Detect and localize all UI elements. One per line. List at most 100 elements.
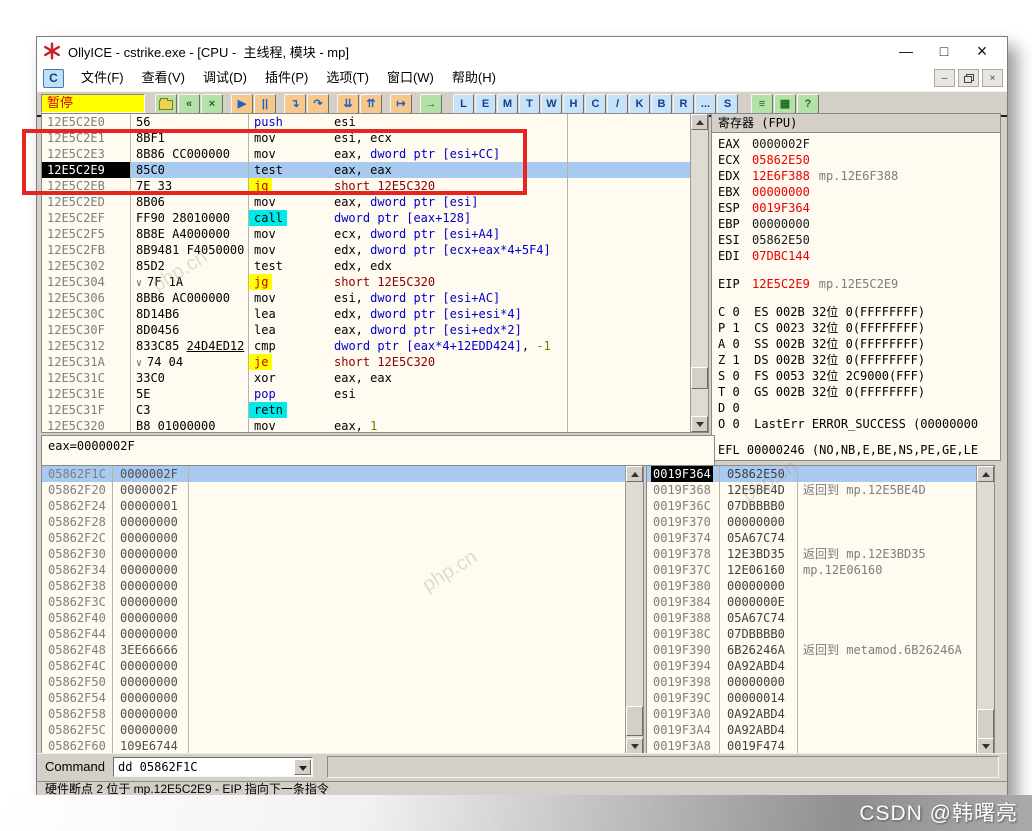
scroll-thumb[interactable]: [977, 709, 994, 739]
register-row[interactable]: ESP0019F364: [712, 200, 1000, 216]
dump-row[interactable]: 05862F3800000000: [42, 578, 626, 594]
disasm-row[interactable]: 12E5C31C33C0xoreax, eax: [42, 370, 691, 386]
scroll-down-icon[interactable]: [977, 738, 994, 754]
registers-pane[interactable]: 寄存器 (FPU) EAX0000002FECX05862E50EDX12E6F…: [711, 113, 1001, 461]
dump-row[interactable]: 05862F5400000000: [42, 690, 626, 706]
panel-button-e[interactable]: E: [475, 94, 496, 114]
disasm-row[interactable]: 12E5C2E985C0testeax, eax: [42, 162, 691, 178]
step-into-button[interactable]: ↴: [284, 94, 306, 114]
dropdown-arrow-icon[interactable]: [294, 759, 311, 775]
disasm-row[interactable]: 12E5C30285D2testedx, edx: [42, 258, 691, 274]
animate-into-button[interactable]: ⇊: [337, 94, 359, 114]
dump-scrollbar[interactable]: [625, 466, 643, 754]
go-to-button[interactable]: →: [420, 94, 442, 114]
register-row[interactable]: ESI05862E50: [712, 232, 1000, 248]
disasm-row[interactable]: 12E5C2F58B8E A4000000movecx, dword ptr […: [42, 226, 691, 242]
dump-row[interactable]: 05862F200000002F: [42, 482, 626, 498]
mdi-minimize-button[interactable]: –: [934, 69, 955, 87]
register-row[interactable]: ECX05862E50: [712, 152, 1000, 168]
dump-row[interactable]: 05862F2800000000: [42, 514, 626, 530]
flag-row[interactable]: T 0 GS 002B 32位 0(FFFFFFFF): [712, 384, 1000, 400]
disasm-row[interactable]: 12E5C2E38B86 CC000000moveax, dword ptr […: [42, 146, 691, 162]
disasm-row[interactable]: 12E5C2E18BF1movesi, ecx: [42, 130, 691, 146]
flag-row[interactable]: D 0: [712, 400, 1000, 416]
panel-button-r[interactable]: R: [673, 94, 694, 114]
stack-row[interactable]: 0019F38805A67C74: [647, 610, 977, 626]
stack-row[interactable]: 0019F36812E5BE4D返回到 mp.12E5BE4D: [647, 482, 977, 498]
maximize-button[interactable]: □: [925, 39, 963, 63]
panel-button-s[interactable]: S: [717, 94, 738, 114]
disasm-row[interactable]: 12E5C3068BB6 AC000000movesi, dword ptr […: [42, 290, 691, 306]
command-input[interactable]: dd 05862F1C: [113, 757, 313, 777]
scroll-thumb[interactable]: [691, 367, 708, 389]
disasm-row[interactable]: 12E5C2ED8B06moveax, dword ptr [esi]: [42, 194, 691, 210]
panel-button-/[interactable]: /: [607, 94, 628, 114]
stack-row[interactable]: 0019F3A80019F474: [647, 738, 977, 754]
menu-item[interactable]: 插件(P): [256, 67, 317, 89]
efl-row[interactable]: EFL 00000246 (NO,NB,E,BE,NS,PE,GE,LE: [712, 442, 1000, 458]
panel-button-w[interactable]: W: [541, 94, 562, 114]
disasm-row[interactable]: 12E5C2FB8B9481 F4050000movedx, dword ptr…: [42, 242, 691, 258]
dump-row[interactable]: 05862F2400000001: [42, 498, 626, 514]
disasm-row[interactable]: 12E5C2EFFF90 28010000calldword ptr [eax+…: [42, 210, 691, 226]
open-file-button[interactable]: [155, 94, 177, 114]
flag-row[interactable]: P 1 CS 0023 32位 0(FFFFFFFF): [712, 320, 1000, 336]
flag-row[interactable]: Z 1 DS 002B 32位 0(FFFFFFFF): [712, 352, 1000, 368]
stack-pane[interactable]: 0019F36405862E500019F36812E5BE4D返回到 mp.1…: [646, 465, 995, 755]
flag-row[interactable]: O 0 LastErr ERROR_SUCCESS (00000000: [712, 416, 1000, 432]
dump-row[interactable]: 05862F5000000000: [42, 674, 626, 690]
scroll-up-icon[interactable]: [626, 466, 643, 482]
stack-row[interactable]: 0019F38C07DBBBB0: [647, 626, 977, 642]
flag-row[interactable]: C 0 ES 002B 32位 0(FFFFFFFF): [712, 304, 1000, 320]
register-row[interactable]: EDI07DBC144: [712, 248, 1000, 264]
memory-dump-pane[interactable]: 05862F1C0000002F05862F200000002F05862F24…: [41, 465, 644, 755]
stack-row[interactable]: 0019F3906B26246A返回到 metamod.6B26246A: [647, 642, 977, 658]
stack-row[interactable]: 0019F3940A92ABD4: [647, 658, 977, 674]
flag-row[interactable]: S 0 FS 0053 32位 2C9000(FFF): [712, 368, 1000, 384]
panel-button-b[interactable]: B: [651, 94, 672, 114]
stack-row[interactable]: 0019F37000000000: [647, 514, 977, 530]
disasm-row[interactable]: 12E5C31A∨74 04jeshort 12E5C320: [42, 354, 691, 370]
stack-row[interactable]: 0019F3840000000E: [647, 594, 977, 610]
disasm-row[interactable]: 12E5C30C8D14B6leaedx, dword ptr [esi+esi…: [42, 306, 691, 322]
dump-row[interactable]: 05862F4000000000: [42, 610, 626, 626]
register-row[interactable]: EBP00000000: [712, 216, 1000, 232]
dump-row[interactable]: 05862F3400000000: [42, 562, 626, 578]
restart-button[interactable]: «: [178, 94, 200, 114]
register-row[interactable]: EIP12E5C2E9mp.12E5C2E9: [712, 276, 1000, 292]
mdi-close-button[interactable]: ×: [982, 69, 1003, 87]
dump-row[interactable]: 05862F2C00000000: [42, 530, 626, 546]
scroll-down-icon[interactable]: [626, 738, 643, 754]
disasm-row[interactable]: 12E5C30F8D0456leaeax, dword ptr [esi+edx…: [42, 322, 691, 338]
disassembly-pane[interactable]: 12E5C2E056pushesi12E5C2E18BF1movesi, ecx…: [41, 113, 709, 433]
scroll-down-icon[interactable]: [691, 416, 708, 432]
disasm-row[interactable]: 12E5C31FC3retn: [42, 402, 691, 418]
minimize-button[interactable]: —: [887, 39, 925, 63]
disasm-row[interactable]: 12E5C2EB7E 33jgshort 12E5C320: [42, 178, 691, 194]
disasm-row[interactable]: 12E5C31E5Epopesi: [42, 386, 691, 402]
disasm-row[interactable]: 12E5C312833C85 24D4ED12cmpdword ptr [eax…: [42, 338, 691, 354]
menu-item[interactable]: 查看(V): [133, 67, 194, 89]
panel-button-m[interactable]: M: [497, 94, 518, 114]
dump-row[interactable]: 05862F4C00000000: [42, 658, 626, 674]
stack-row[interactable]: 0019F3A40A92ABD4: [647, 722, 977, 738]
dump-row[interactable]: 05862F483EE66666: [42, 642, 626, 658]
pause-button[interactable]: ||: [254, 94, 276, 114]
stack-row[interactable]: 0019F37812E3BD35返回到 mp.12E3BD35: [647, 546, 977, 562]
appearance-button[interactable]: ▦: [774, 94, 796, 114]
menu-item[interactable]: 选项(T): [317, 67, 378, 89]
register-row[interactable]: EAX0000002F: [712, 136, 1000, 152]
dump-row[interactable]: 05862F60109E6744: [42, 738, 626, 754]
stack-row[interactable]: 0019F37C12E06160mp.12E06160: [647, 562, 977, 578]
scroll-up-icon[interactable]: [691, 114, 708, 130]
dump-row[interactable]: 05862F1C0000002F: [42, 466, 626, 482]
menu-item[interactable]: 文件(F): [72, 67, 133, 89]
stack-row[interactable]: 0019F37405A67C74: [647, 530, 977, 546]
breakpoint-list-button[interactable]: ≡: [751, 94, 773, 114]
menu-item[interactable]: 调试(D): [194, 67, 256, 89]
disasm-row[interactable]: 12E5C2E056pushesi: [42, 114, 691, 130]
stack-row[interactable]: 0019F39800000000: [647, 674, 977, 690]
panel-button-k[interactable]: K: [629, 94, 650, 114]
panel-button-h[interactable]: H: [563, 94, 584, 114]
execute-till-return-button[interactable]: ↦: [390, 94, 412, 114]
